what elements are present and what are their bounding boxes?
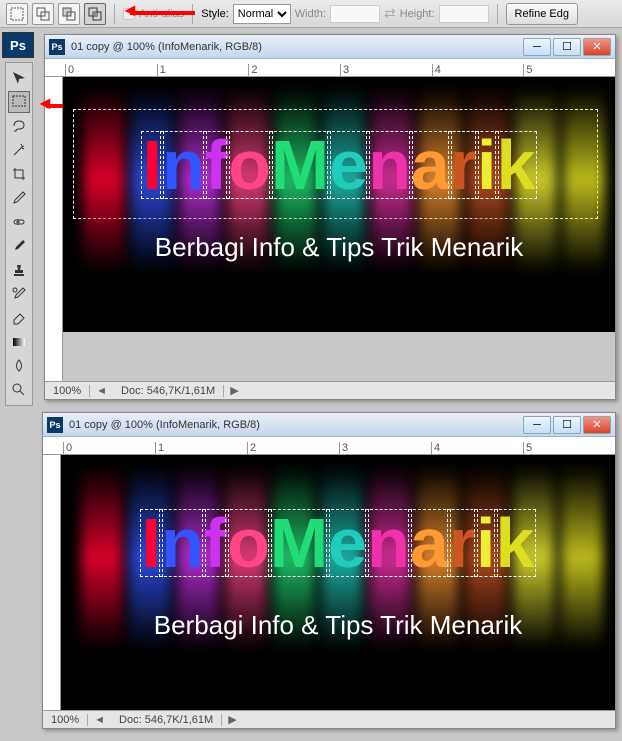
scroll-left-icon[interactable]: ◄ [90,385,113,397]
minimize-button[interactable]: ─ [523,38,551,56]
refine-edge-button[interactable]: Refine Edg [506,3,578,25]
close-button[interactable]: ✕ [583,416,611,434]
eyedropper-tool[interactable] [8,187,30,209]
zoom-level[interactable]: 100% [43,714,88,726]
letter-selection [365,509,412,577]
main-heading: InfoMenarik [63,125,615,205]
ruler-horizontal: 012345 [43,437,615,455]
status-bar: 100% ◄ Doc: 546,7K/1,61M ▶ [45,381,615,399]
title-bar[interactable]: Ps 01 copy @ 100% (InfoMenarik, RGB/8) ─… [43,413,615,437]
ruler-horizontal: 012345 [45,59,615,77]
swap-icon[interactable]: ⇄ [384,5,396,22]
marquee-tool[interactable] [8,91,30,113]
document-title: 01 copy @ 100% (InfoMenarik, RGB/8) [71,41,523,53]
subtitle: Berbagi Info & Tips Trik Menarik [63,232,615,263]
wand-tool[interactable] [8,139,30,161]
blur-tool[interactable] [8,355,30,377]
history-brush-tool[interactable] [8,283,30,305]
stamp-tool[interactable] [8,259,30,281]
ruler-vertical [43,455,61,710]
healing-tool[interactable] [8,211,30,233]
new-selection-icon[interactable] [6,3,28,25]
app-badge: Ps [2,32,34,58]
options-bar: ◄ Anti-alias Style: Normal Width: ⇄ Heig… [0,0,622,28]
eraser-tool[interactable] [8,307,30,329]
main-heading: InfoMenarik [61,503,615,583]
scroll-left-icon[interactable]: ◄ [88,714,111,726]
lasso-tool[interactable] [8,115,30,137]
move-tool[interactable] [8,67,30,89]
crop-tool[interactable] [8,163,30,185]
letter-selection [225,509,272,577]
ruler-vertical [45,77,63,381]
maximize-button[interactable]: ☐ [553,38,581,56]
document-window-2: Ps 01 copy @ 100% (InfoMenarik, RGB/8) ─… [42,412,616,729]
canvas-1[interactable]: InfoMenarik Berbagi Info & Tips Trik Mena… [63,77,615,332]
add-selection-icon[interactable] [32,3,54,25]
letter-selection [495,131,538,199]
letter-selection [409,131,452,199]
height-input[interactable] [439,5,489,23]
tools-panel [5,62,33,406]
width-label: Width: [295,8,326,20]
brush-tool[interactable] [8,235,30,257]
letter-selection [408,509,451,577]
minimize-button[interactable]: ─ [523,416,551,434]
close-button[interactable]: ✕ [583,38,611,56]
maximize-button[interactable]: ☐ [553,416,581,434]
document-title: 01 copy @ 100% (InfoMenarik, RGB/8) [69,419,523,431]
doc-size[interactable]: Doc: 546,7K/1,61M [111,714,222,726]
workspace-top: Ps ◄ Ps 01 copy @ 100% (InfoMenarik, RGB… [0,28,622,406]
dodge-tool[interactable] [8,379,30,401]
zoom-level[interactable]: 100% [45,385,90,397]
style-label: Style: [201,8,229,20]
doc-size[interactable]: Doc: 546,7K/1,61M [113,385,224,397]
document-icon: Ps [49,39,65,55]
workspace-bottom: Ps 01 copy @ 100% (InfoMenarik, RGB/8) ─… [0,406,622,741]
letter-selection [269,131,331,199]
info-arrow-icon[interactable]: ▶ [224,384,244,397]
letter-selection [226,131,273,199]
width-input[interactable] [330,5,380,23]
letter-selection [494,509,537,577]
subtitle: Berbagi Info & Tips Trik Menarik [61,610,615,641]
document-window-1: Ps 01 copy @ 100% (InfoMenarik, RGB/8) ─… [44,34,616,400]
letter-selection [326,509,369,577]
title-bar[interactable]: Ps 01 copy @ 100% (InfoMenarik, RGB/8) ─… [45,35,615,59]
canvas-2[interactable]: InfoMenarik Berbagi Info & Tips Trik Mena… [61,455,615,710]
letter-selection [160,131,207,199]
letter-selection [268,509,330,577]
gradient-tool[interactable] [8,331,30,353]
document-icon: Ps [47,417,63,433]
letter-selection [366,131,413,199]
height-label: Height: [400,8,435,20]
intersect-selection-icon[interactable] [84,3,106,25]
status-bar: 100% ◄ Doc: 546,7K/1,61M ▶ [43,710,615,728]
info-arrow-icon[interactable]: ▶ [222,713,242,726]
letter-selection [159,509,206,577]
subtract-selection-icon[interactable] [58,3,80,25]
letter-selection [327,131,370,199]
style-select[interactable]: Normal [233,4,291,24]
